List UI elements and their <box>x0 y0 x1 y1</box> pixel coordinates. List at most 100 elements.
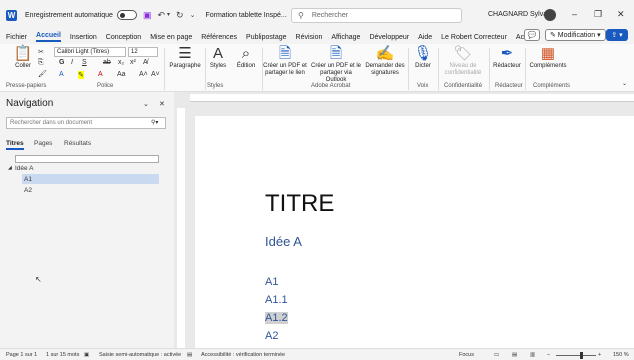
editing-button[interactable]: ⌕ Édition <box>233 46 259 70</box>
strikethrough-icon[interactable]: ab <box>103 59 111 66</box>
menu-item-3[interactable]: Conception <box>106 34 141 41</box>
word-count[interactable]: 1 sur 15 mots <box>46 352 79 358</box>
menu-item-0[interactable]: Fichier <box>6 34 27 41</box>
styles-button[interactable]: A Styles <box>206 46 230 70</box>
tab-results[interactable]: Résultats <box>64 140 91 147</box>
doc-item-a1-1[interactable]: A1.1 <box>265 294 288 306</box>
editing-mode-button[interactable]: ✎ Modification ▾ <box>545 29 606 41</box>
horizontal-ruler[interactable] <box>190 94 634 102</box>
undo-icon[interactable]: ↶ <box>157 10 165 20</box>
print-layout-icon[interactable]: ▤ <box>512 352 517 358</box>
paste-button[interactable]: 📋 Coller <box>10 46 36 70</box>
proofing-icon[interactable]: ▣ <box>84 352 89 358</box>
doc-item-a2[interactable]: A2 <box>265 330 278 342</box>
save-icon[interactable]: ▣ <box>143 10 152 20</box>
doc-title-heading[interactable]: TITRE <box>265 190 334 218</box>
menu-item-6[interactable]: Publipostage <box>246 34 286 41</box>
focus-button[interactable]: Focus <box>459 352 474 358</box>
underline-icon[interactable]: S <box>82 59 87 66</box>
editor-label: Rédacteur <box>493 63 521 69</box>
autocomplete-status[interactable]: Saisie semi-automatique : activée <box>99 352 181 358</box>
grow-font-icon[interactable]: A˄ <box>139 71 148 78</box>
nav-search-input[interactable]: Rechercher dans un document <box>6 117 166 129</box>
expand-icon[interactable]: ◢ <box>8 165 12 171</box>
confidentiality-button[interactable]: 🏷 Niveau de confidentialité <box>440 46 486 77</box>
undo-dropdown-icon[interactable]: ▾ <box>167 12 170 18</box>
menu-item-4[interactable]: Mise en page <box>150 34 192 41</box>
comment-button[interactable]: 💬 <box>524 29 540 41</box>
font-color-icon[interactable]: A <box>98 71 103 78</box>
zoom-level[interactable]: 150 % <box>613 352 629 358</box>
shrink-font-icon[interactable]: A˅ <box>151 71 160 78</box>
tree-item-a2[interactable]: A2 <box>24 187 32 194</box>
request-signatures-button[interactable]: ✍ Demander des signatures <box>365 46 405 77</box>
accessibility-status[interactable]: Accessibilité : vérification terminée <box>201 352 285 358</box>
nav-options-icon[interactable]: ⌄ <box>143 100 149 108</box>
doc-item-a1-2[interactable]: A1.2 <box>265 312 288 324</box>
editing-label: Édition <box>236 63 256 69</box>
dictate-label: Dicter <box>415 63 431 69</box>
dictate-button[interactable]: 🎙 Dicter <box>410 46 436 70</box>
document-page[interactable]: TITRE Idée A A1 A1.1 A1.2 A2 <box>195 116 634 348</box>
nav-search-icon[interactable]: ⚲▾ <box>151 119 158 126</box>
highlight-icon[interactable]: ✎ <box>78 71 84 79</box>
navigation-pane: Navigation ⌄ ✕ Rechercher dans un docume… <box>0 92 174 348</box>
macro-icon[interactable]: ▤ <box>187 352 192 358</box>
user-name[interactable]: CHAGNARD Sylvain <box>488 11 553 18</box>
redo-icon[interactable]: ↻ <box>176 10 184 20</box>
autosave-label: Enregistrement automatique <box>25 11 113 19</box>
menu-item-8[interactable]: Affichage <box>331 34 360 41</box>
clear-formatting-icon[interactable]: A̸ <box>143 59 148 66</box>
menu-item-11[interactable]: Le Robert Correcteur <box>441 34 507 41</box>
collapse-ribbon-icon[interactable]: ⌄ <box>622 80 627 87</box>
read-mode-icon[interactable]: ▭ <box>494 352 499 358</box>
menu-item-10[interactable]: Aide <box>418 34 432 41</box>
tab-headings[interactable]: Titres <box>6 140 24 150</box>
font-name-select[interactable]: Calibri Light (Titres) <box>54 47 126 57</box>
change-case-icon[interactable]: Aa <box>117 71 126 78</box>
group-voice: Voix <box>417 83 429 89</box>
zoom-out-icon[interactable]: – <box>547 352 550 358</box>
maximize-icon[interactable]: ❐ <box>594 9 602 20</box>
menu-item-7[interactable]: Révision <box>296 34 323 41</box>
editor-button[interactable]: ✒ Rédacteur <box>491 46 523 70</box>
doc-item-a1[interactable]: A1 <box>265 276 278 288</box>
font-size-select[interactable]: 12 <box>128 47 158 57</box>
nav-close-icon[interactable]: ✕ <box>159 100 165 108</box>
tab-pages[interactable]: Pages <box>34 140 52 147</box>
close-icon[interactable]: ✕ <box>617 9 625 20</box>
document-title[interactable]: Formation tablette Inspé... <box>205 12 286 19</box>
vertical-ruler[interactable] <box>177 108 185 348</box>
share-button[interactable]: ⇪ ▾ <box>606 29 628 41</box>
customize-toolbar-icon[interactable]: ⌄ <box>190 12 196 19</box>
addins-button[interactable]: ▦ Compléments <box>527 46 569 70</box>
menu-item-9[interactable]: Développeur <box>369 34 409 41</box>
tree-item-idea-a[interactable]: Idée A <box>15 165 33 172</box>
avatar[interactable] <box>544 9 556 21</box>
cut-icon[interactable]: ✂ <box>38 48 44 56</box>
paragraph-button[interactable]: ☰ Paragraphe <box>168 46 202 70</box>
superscript-icon[interactable]: x² <box>130 59 136 66</box>
italic-icon[interactable]: I <box>71 59 73 66</box>
create-pdf-outlook-button[interactable]: 🗎 Créer un PDF et le partager via Outloo… <box>309 46 363 84</box>
format-painter-icon[interactable]: 🖌 <box>38 70 47 78</box>
menu-item-2[interactable]: Insertion <box>70 34 97 41</box>
doc-heading-idea[interactable]: Idée A <box>265 234 302 249</box>
autosave-toggle[interactable] <box>116 10 137 20</box>
subscript-icon[interactable]: x₂ <box>118 59 124 66</box>
bold-icon[interactable]: G <box>59 59 64 66</box>
menu-item-5[interactable]: Références <box>201 34 237 41</box>
nav-title-slot[interactable] <box>15 155 159 163</box>
zoom-slider-thumb[interactable] <box>580 352 583 359</box>
text-effects-icon[interactable]: A <box>59 71 64 78</box>
create-pdf-link-button[interactable]: 🗎 Créer un PDF et partager le lien <box>263 46 307 77</box>
zoom-slider[interactable] <box>556 355 596 356</box>
page-count[interactable]: Page 1 sur 1 <box>6 352 37 358</box>
search-box[interactable]: ⚲ Rechercher <box>291 8 462 23</box>
menu-item-1[interactable]: Accueil <box>36 32 61 42</box>
tree-item-a1[interactable]: A1 <box>24 176 32 183</box>
web-layout-icon[interactable]: ▥ <box>530 352 535 358</box>
copy-icon[interactable]: ⎘ <box>38 59 44 67</box>
minimize-icon[interactable]: – <box>572 9 577 19</box>
zoom-in-icon[interactable]: + <box>598 352 601 358</box>
